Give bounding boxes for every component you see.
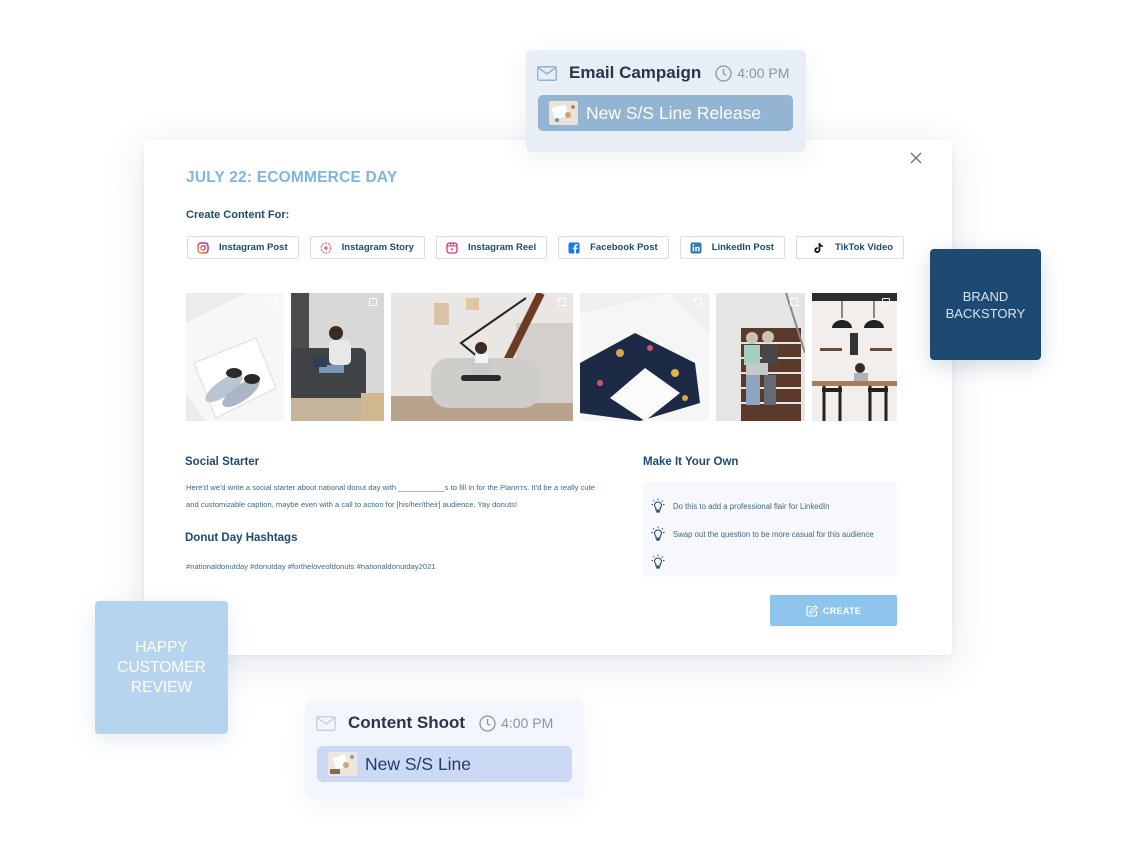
lightbulb-icon [651,554,665,569]
event-title: Content Shoot [348,713,466,732]
photo-select-checkbox[interactable] [269,298,277,306]
photo-kitchen-laptop[interactable] [812,293,897,421]
photo-select-checkbox[interactable] [694,298,702,306]
tip-item [651,548,897,576]
platform-label: Instagram Story [341,242,414,253]
clock-icon [715,64,732,82]
note-label: BRAND BACKSTORY [945,288,1026,321]
platform-label: Facebook Post [590,242,658,253]
instagram-story-icon [320,242,332,254]
content-modal: JULY 22: ECOMMERCE DAY Create Content Fo… [144,140,952,655]
event-time-text: 4:00 PM [501,715,554,731]
create-button[interactable]: CREATE [770,595,897,626]
photo-select-checkbox[interactable] [558,298,566,306]
create-button-label: CREATE [822,605,862,616]
event-item-label: New S/S Line Release [586,102,762,123]
tip-item: Swap out the question to be more casual … [651,520,897,548]
linkedin-post-button[interactable]: LinkedIn Post [679,236,785,259]
platform-label: Instagram Post [219,242,288,253]
lightbulb-icon [651,526,665,541]
email-campaign-card[interactable]: Email Campaign 4:00 PM New S/S Line Rele… [526,50,806,152]
photo-grid [186,293,897,421]
event-time-text: 4:00 PM [737,65,790,81]
event-time: 4:00 PM [715,64,790,82]
close-button[interactable] [908,150,924,166]
photo-select-checkbox[interactable] [369,298,377,306]
tiktok-icon [813,242,825,254]
instagram-story-button[interactable]: Instagram Story [309,236,425,259]
instagram-icon [197,241,209,254]
clock-icon [479,714,496,732]
event-thumbnail [328,752,357,776]
social-starter-title: Social Starter [185,456,260,468]
tip-text: Do this to add a professional flair for … [673,501,830,511]
tip-text: Swap out the question to be more casual … [673,529,874,539]
photo-stairs-laptop[interactable] [716,293,805,421]
event-item-pill[interactable]: New S/S Line [317,746,572,782]
instagram-reel-button[interactable]: Instagram Reel [435,236,548,259]
platform-label: LinkedIn Post [711,242,774,253]
facebook-icon [568,242,580,254]
edit-icon [806,604,818,617]
happy-customer-review-note[interactable]: HAPPY CUSTOMER REVIEW [95,601,228,734]
photo-select-checkbox[interactable] [790,298,798,306]
instagram-post-button[interactable]: Instagram Post [187,236,299,259]
close-icon [910,152,922,164]
photo-shoes-box[interactable] [186,293,284,421]
photo-select-checkbox[interactable] [882,298,890,306]
hashtags-text[interactable]: #nationaldonutday #donutday #fortheloveo… [186,562,436,571]
instagram-reel-icon [446,241,458,254]
tiktok-video-button[interactable]: TikTok Video [795,236,905,259]
note-label: HAPPY CUSTOMER REVIEW [117,638,206,696]
photo-woman-sofa[interactable] [391,293,573,421]
modal-title: JULY 22: ECOMMERCE DAY [186,169,398,186]
tips-panel: Do this to add a professional flair for … [643,482,897,577]
platform-label: Instagram Reel [467,242,537,253]
linkedin-icon [690,242,702,254]
mail-icon [316,715,336,731]
event-thumbnail [549,101,578,125]
photo-man-sofa[interactable] [291,293,384,421]
hashtags-title: Donut Day Hashtags [185,532,298,544]
social-starter-text[interactable]: Here'd we'd write a social starter about… [186,479,606,513]
event-time: 4:00 PM [479,714,554,732]
photo-floral-fabric[interactable] [580,293,709,421]
event-item-pill[interactable]: New S/S Line Release [538,95,793,131]
make-it-your-own-title: Make It Your Own [643,456,739,468]
tip-item: Do this to add a professional flair for … [651,492,897,520]
content-shoot-card[interactable]: Content Shoot 4:00 PM New S/S Line [305,700,584,798]
facebook-post-button[interactable]: Facebook Post [558,236,669,259]
event-item-label: New S/S Line [365,753,472,774]
platform-label: TikTok Video [834,242,894,253]
create-content-for-label: Create Content For: [186,209,290,221]
event-title: Email Campaign [569,63,702,82]
mail-icon [537,65,557,81]
lightbulb-icon [651,498,665,513]
platform-buttons: Instagram Post Instagram Story Instagram… [187,236,905,259]
brand-backstory-note[interactable]: BRAND BACKSTORY [930,249,1041,360]
